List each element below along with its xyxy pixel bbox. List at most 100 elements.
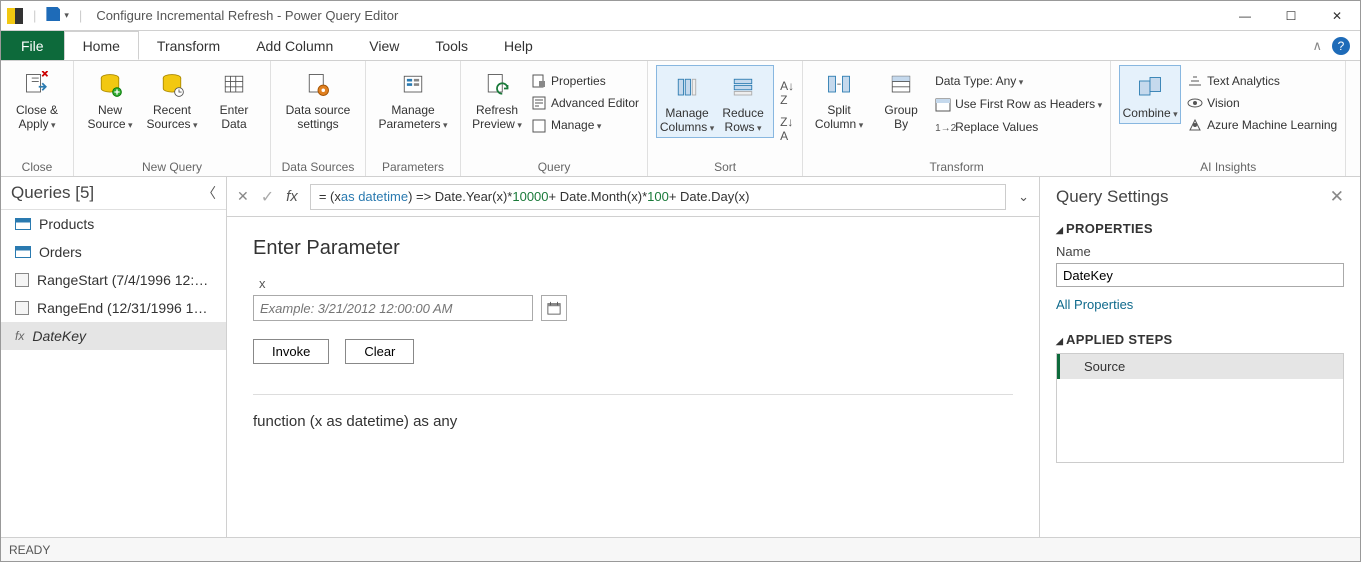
query-item-products[interactable]: Products <box>1 210 226 238</box>
queries-header: Queries [5] <box>11 183 94 203</box>
function-signature: function (x as datetime) as any <box>253 394 1013 430</box>
table-icon <box>15 218 31 230</box>
applied-steps-list: Source <box>1056 353 1344 463</box>
maximize-button[interactable]: ☐ <box>1268 1 1314 31</box>
sort-asc-icon[interactable]: A↓Z <box>780 79 794 107</box>
enter-data-button[interactable]: Enter Data <box>206 65 262 131</box>
data-type-button[interactable]: Data Type: Any <box>935 71 1102 92</box>
enter-parameter-heading: Enter Parameter <box>253 237 1013 260</box>
azure-ml-icon <box>1187 117 1203 133</box>
formula-bar[interactable]: = (x as datetime) => Date.Year(x)*10000 … <box>310 184 1006 210</box>
tab-help[interactable]: Help <box>486 31 551 60</box>
combine-button[interactable]: Combine <box>1122 68 1178 121</box>
group-sort-label: Sort <box>656 158 794 174</box>
tab-view[interactable]: View <box>351 31 417 60</box>
group-query-label: Query <box>469 158 639 174</box>
query-settings-header: Query Settings <box>1056 187 1168 207</box>
azure-ml-button[interactable]: Azure Machine Learning <box>1187 115 1337 135</box>
tab-home[interactable]: Home <box>64 31 139 60</box>
properties-icon <box>531 73 547 89</box>
collapse-queries-icon[interactable]: 〈 <box>202 183 216 203</box>
applied-steps-header[interactable]: APPLIED STEPS <box>1056 332 1344 347</box>
param-x-input[interactable] <box>253 295 533 321</box>
advanced-editor-button[interactable]: Advanced Editor <box>531 93 639 113</box>
properties-section-header[interactable]: PROPERTIES <box>1056 221 1344 236</box>
new-source-button[interactable]: New Source <box>82 65 138 132</box>
commit-formula-icon[interactable]: ✓ <box>261 187 274 207</box>
query-item-orders[interactable]: Orders <box>1 238 226 266</box>
sort-desc-icon[interactable]: Z↓A <box>780 115 794 143</box>
manage-columns-button[interactable]: Manage Columns <box>659 68 715 135</box>
group-parameters-label: Parameters <box>374 158 452 174</box>
replace-values-button[interactable]: 1→2Replace Values <box>935 117 1102 137</box>
vision-button[interactable]: Vision <box>1187 93 1337 113</box>
manage-parameters-button[interactable]: Manage Parameters <box>374 65 452 132</box>
tab-file[interactable]: File <box>1 31 64 60</box>
status-bar: READY <box>1 537 1360 561</box>
ribbon: Close & Apply Close New Source Recent So… <box>1 61 1360 177</box>
cancel-formula-icon[interactable]: ✕ <box>237 188 249 205</box>
group-by-button[interactable]: Group By <box>873 65 929 131</box>
first-row-headers-button[interactable]: Use First Row as Headers <box>935 94 1102 115</box>
formula-expand-icon[interactable]: ⌄ <box>1018 189 1029 205</box>
query-item-rangeend[interactable]: RangeEnd (12/31/1996 1… <box>1 294 226 322</box>
headers-icon <box>935 97 951 113</box>
refresh-preview-button[interactable]: Refresh Preview <box>469 65 525 132</box>
table-icon <box>15 246 31 258</box>
close-apply-icon <box>21 69 53 101</box>
save-icon[interactable] <box>46 7 60 24</box>
tab-tools[interactable]: Tools <box>417 31 486 60</box>
advanced-editor-icon <box>531 95 547 111</box>
query-item-datekey[interactable]: fxDateKey <box>1 322 226 350</box>
new-source-icon <box>94 69 126 101</box>
all-properties-link[interactable]: All Properties <box>1056 297 1133 312</box>
minimize-button[interactable]: — <box>1222 1 1268 31</box>
fx-label-icon: fx <box>286 188 298 205</box>
tab-transform[interactable]: Transform <box>139 31 238 60</box>
date-picker-button[interactable] <box>541 295 567 321</box>
parameter-icon <box>15 301 29 315</box>
group-ai-label: AI Insights <box>1119 158 1337 174</box>
group-newquery-label: New Query <box>82 158 262 174</box>
help-icon[interactable]: ? <box>1332 37 1350 55</box>
manage-parameters-icon <box>397 69 429 101</box>
manage-columns-icon <box>671 72 703 104</box>
function-icon: fx <box>15 329 24 343</box>
enter-data-icon <box>218 69 250 101</box>
clear-button[interactable]: Clear <box>345 339 414 364</box>
query-item-rangestart[interactable]: RangeStart (7/4/1996 12:… <box>1 266 226 294</box>
text-analytics-icon <box>1187 73 1203 89</box>
qat-dropdown-icon[interactable]: ▾ <box>64 10 69 21</box>
data-source-settings-button[interactable]: Data source settings <box>279 65 357 131</box>
close-settings-icon[interactable]: ✕ <box>1330 187 1344 207</box>
text-analytics-button[interactable]: Text Analytics <box>1187 71 1337 91</box>
status-text: READY <box>9 543 50 557</box>
combine-icon <box>1134 72 1166 104</box>
group-datasources-label: Data Sources <box>279 158 357 174</box>
editor-pane: ✕ ✓ fx = (x as datetime) => Date.Year(x)… <box>227 177 1040 537</box>
query-name-input[interactable] <box>1056 263 1344 287</box>
reduce-rows-button[interactable]: Reduce Rows <box>715 68 771 135</box>
calendar-icon <box>547 301 561 315</box>
manage-icon <box>531 118 547 134</box>
refresh-icon <box>481 69 513 101</box>
recent-sources-button[interactable]: Recent Sources <box>144 65 200 132</box>
query-settings-pane: Query Settings ✕ PROPERTIES Name All Pro… <box>1040 177 1360 537</box>
group-by-icon <box>885 69 917 101</box>
title-bar: | ▾ | Configure Incremental Refresh - Po… <box>1 1 1360 31</box>
group-transform-label: Transform <box>811 158 1102 174</box>
split-column-icon <box>823 69 855 101</box>
reduce-rows-icon <box>727 72 759 104</box>
group-close-label: Close <box>9 158 65 174</box>
close-apply-button[interactable]: Close & Apply <box>9 65 65 132</box>
invoke-button[interactable]: Invoke <box>253 339 329 364</box>
ribbon-collapse-icon[interactable]: ∧ <box>1312 38 1322 54</box>
properties-button[interactable]: Properties <box>531 71 639 91</box>
queries-pane: Queries [5] 〈 Products Orders RangeStart… <box>1 177 227 537</box>
manage-button[interactable]: Manage <box>531 115 639 136</box>
split-column-button[interactable]: Split Column <box>811 65 867 132</box>
tab-addcolumn[interactable]: Add Column <box>238 31 351 60</box>
close-window-button[interactable]: ✕ <box>1314 1 1360 31</box>
replace-icon: 1→2 <box>935 119 951 135</box>
step-source[interactable]: Source <box>1057 354 1343 379</box>
